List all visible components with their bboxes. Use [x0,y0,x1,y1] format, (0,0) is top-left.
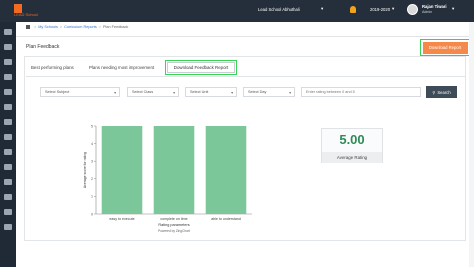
user-role: Admin [422,10,433,14]
user-name: Rajan Tiwari [422,4,447,9]
chevron-down-icon: ▾ [321,6,324,11]
unit-select-value: Select Unit [190,90,209,94]
chart-bar [205,126,247,214]
day-select-value: Select Day [248,90,267,94]
rating-input[interactable] [301,87,421,97]
tab-download-feedback[interactable]: Download Feedback Report [167,62,235,73]
refresh-icon[interactable] [4,164,12,170]
tab-needing-improvement[interactable]: Plans needing most improvement [89,65,154,70]
x-tick-label: easy to execute [109,217,134,221]
breadcrumb-item[interactable]: Curriculum Reports [64,25,97,29]
average-rating-label: Average Rating [322,152,382,163]
list-icon[interactable] [4,149,12,155]
tab-highlight: Download Feedback Report [165,60,237,75]
search-icon: ⚲ [432,89,436,95]
tab-underline [26,76,466,77]
y-tick-label: 0 [91,212,93,216]
unit-select[interactable]: Select Unit ▾ [185,87,237,97]
chart-icon[interactable] [4,89,12,95]
average-rating-card: 5.00 Average Rating [321,128,383,163]
search-button[interactable]: ⚲ Search [426,86,457,98]
calendar-icon[interactable] [4,104,12,110]
chart-credit: Powered by ZingChart [158,229,190,233]
x-tick-label: complete on time [160,217,187,221]
scrollbar[interactable] [469,22,474,267]
people-icon[interactable] [4,194,12,200]
bell-icon[interactable] [350,6,356,13]
y-tick-label: 4 [91,142,93,146]
brand-logo[interactable]: LEAD School [14,4,44,17]
chevron-down-icon[interactable]: ▾ [452,6,454,12]
x-axis-label: Rating parameters [158,223,189,227]
breadcrumb-item[interactable]: My Schools [38,25,58,29]
y-tick-label: 5 [91,124,93,128]
sidebar [0,0,16,267]
settings-icon[interactable] [4,134,12,140]
class-select-value: Select Class [132,90,154,94]
chevron-down-icon: ▾ [392,6,395,11]
y-tick-label: 3 [91,160,93,164]
power-icon[interactable] [4,224,12,230]
download-report-button[interactable]: Download Report [422,41,468,54]
avatar[interactable] [407,4,418,15]
year-selector[interactable]: 2019-2020 [370,7,390,12]
clipboard-icon[interactable] [4,74,12,80]
chevron-down-icon: ▾ [289,91,291,95]
users-icon[interactable] [4,44,12,50]
y-tick-label: 1 [91,195,93,199]
brand-name: LEAD School [14,12,38,17]
chevron-down-icon: ▾ [114,91,116,95]
breadcrumb: > My Schools > Curriculum Reports > Plan Feed… [26,25,128,31]
search-button-label: Search [437,89,451,95]
day-select[interactable]: Select Day ▾ [243,87,295,97]
chevron-down-icon: ▾ [231,91,233,95]
page-title: Plan Feedback [26,44,60,50]
subject-select-value: Select Subject [45,90,70,94]
document-icon[interactable] [4,179,12,185]
chevron-down-icon: ▾ [173,91,175,95]
download-highlight: Download Report [420,39,470,56]
x-tick-label: able to understand [211,217,241,221]
y-axis-label: Average score for rating [83,152,87,188]
subject-select[interactable]: Select Subject ▾ [40,87,120,97]
rating-bar-chart: 0 1 2 3 4 5 easy to execute complete on time abl… [83,124,252,233]
divider [16,36,474,37]
average-rating-value: 5.00 [339,132,365,147]
chart-bar [153,126,195,214]
sliders-icon[interactable] [4,209,12,215]
class-select[interactable]: Select Class ▾ [127,87,179,97]
home-icon[interactable] [4,29,12,35]
topbar: LEAD School Lead School Abhuthali ▾ 2019… [0,0,474,22]
book-icon[interactable] [4,59,12,65]
home-icon[interactable] [26,25,30,29]
chart-bar [101,126,143,214]
breadcrumb-current: Plan Feedback [103,25,129,29]
y-tick-label: 2 [91,177,93,181]
grid-icon[interactable] [4,119,12,125]
school-selector[interactable]: Lead School Abhuthali [258,7,300,12]
tab-best-performing[interactable]: Best performing plans [31,65,74,70]
